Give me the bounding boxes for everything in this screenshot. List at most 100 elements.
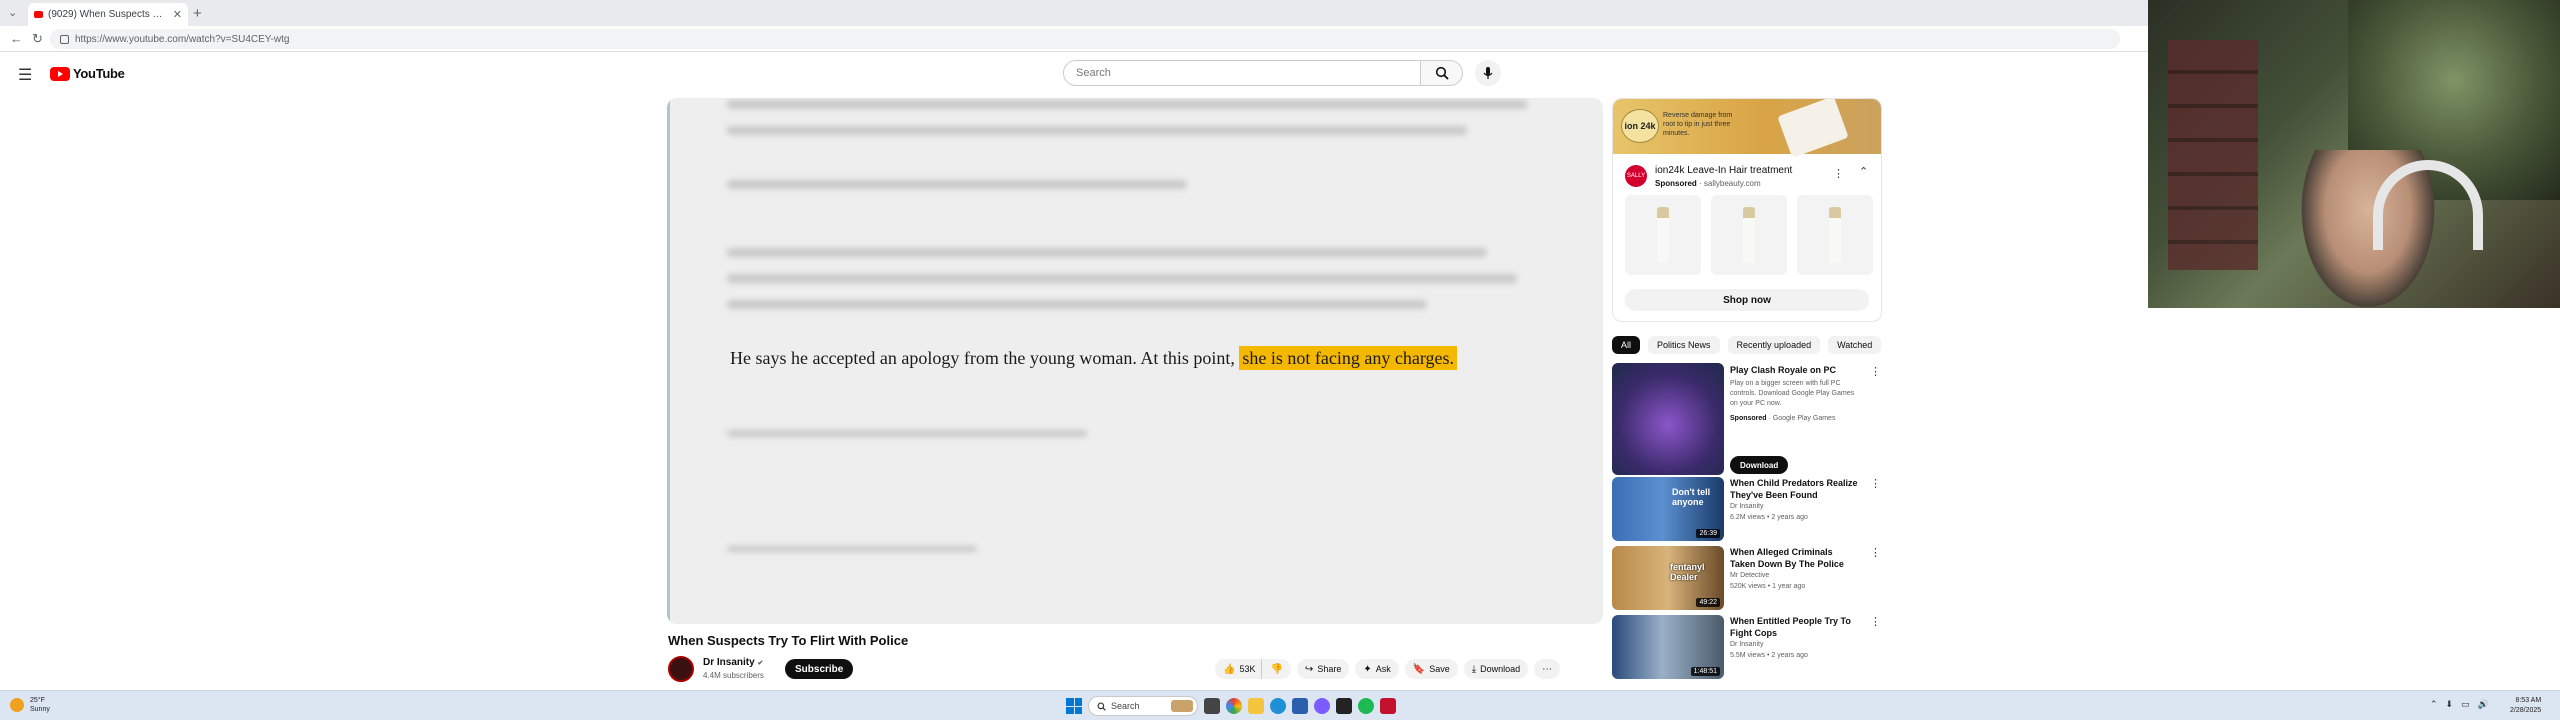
ad-product-tile[interactable] <box>1797 195 1873 275</box>
blurred-text-line <box>727 100 1527 109</box>
edge-icon[interactable] <box>1270 698 1286 714</box>
video-caption-text: He says he accepted an apology from the … <box>730 346 1457 370</box>
ask-button[interactable]: ✦ Ask <box>1355 659 1399 679</box>
recommendation-title[interactable]: When Child Predators Realize They've Bee… <box>1730 477 1860 501</box>
chip-politics-news[interactable]: Politics News <box>1648 336 1720 354</box>
shop-now-button[interactable]: Shop now <box>1625 289 1869 311</box>
channel-avatar[interactable] <box>668 656 694 682</box>
youtube-header: ☰ YouTube <box>0 52 2148 98</box>
file-explorer-icon[interactable] <box>1248 698 1264 714</box>
blurred-text-line <box>727 126 1467 135</box>
recommendation-channel[interactable]: Mr Detective <box>1730 572 1769 579</box>
chrome-profile-icon[interactable] <box>1314 698 1330 714</box>
new-tab-button[interactable]: + <box>193 5 202 22</box>
ad-card[interactable]: ion 24k Reverse damage from root to tip … <box>1612 98 1882 322</box>
tray-overflow-chevron-icon[interactable]: ⌃ <box>2430 699 2438 710</box>
sponsored-recommendation[interactable]: Play Clash Royale on PC Play on a bigger… <box>1612 363 1882 475</box>
blurred-text-line <box>727 300 1427 309</box>
collapse-chevron-icon[interactable]: ⌃ <box>1859 165 1868 178</box>
download-label: Download <box>1480 664 1521 674</box>
sponsored-title[interactable]: Play Clash Royale on PC <box>1730 365 1836 375</box>
back-arrow-icon[interactable]: ← <box>10 31 23 46</box>
more-actions-button[interactable]: ⋯ <box>1534 659 1561 679</box>
recommendation-channel[interactable]: Dr Insanity <box>1730 641 1763 648</box>
network-icon[interactable]: ▭ <box>2461 699 2470 710</box>
video-thumbnail[interactable]: fentanyl Dealer 49:22 <box>1612 546 1724 610</box>
youtube-logo[interactable]: YouTube <box>50 66 125 81</box>
tab-list-chevron-icon[interactable]: ⌄ <box>8 6 17 19</box>
url-field[interactable]: https://www.youtube.com/watch?v=SU4CEY-w… <box>50 29 2120 49</box>
share-label: Share <box>1317 664 1342 674</box>
spotify-icon[interactable] <box>1358 698 1374 714</box>
recommendation-item[interactable]: Don't tell anyone 26:39 When Child Preda… <box>1612 477 1882 543</box>
sponsored-thumbnail[interactable] <box>1612 363 1724 475</box>
recommendation-item[interactable]: fentanyl Dealer 49:22 When Alleged Crimi… <box>1612 546 1882 612</box>
video-thumbnail[interactable]: 1:48:51 <box>1612 615 1724 679</box>
sponsored-more-icon[interactable]: ⋮ <box>1870 365 1881 378</box>
browser-tab-active[interactable]: (9029) When Suspects Try To Fli... ✕ <box>28 3 188 26</box>
ad-product-image <box>1777 99 1849 158</box>
webcam-background-shelf <box>2168 40 2258 270</box>
clock-date: 2/28/2025 <box>2510 707 2542 714</box>
chrome-icon[interactable] <box>1226 698 1242 714</box>
chip-recently-uploaded[interactable]: Recently uploaded <box>1727 336 1821 354</box>
chip-all[interactable]: All <box>1612 336 1641 354</box>
share-button[interactable]: ↪ Share <box>1296 659 1350 679</box>
browser-addressbar: ← ↻ https://www.youtube.com/watch?v=SU4C… <box>0 26 2148 52</box>
youtube-wordmark: YouTube <box>73 66 125 81</box>
app-icon[interactable] <box>1380 698 1396 714</box>
recommendation-more-icon[interactable]: ⋮ <box>1870 546 1881 559</box>
taskbar-clock[interactable]: 8:53 AM 2/28/2025 <box>2510 696 2541 716</box>
sponsored-download-button[interactable]: Download <box>1730 456 1789 474</box>
voice-search-button[interactable] <box>1475 60 1501 86</box>
youtube-play-icon <box>50 66 70 81</box>
site-info-icon[interactable] <box>60 34 69 44</box>
tray-app-icon[interactable]: ⬇ <box>2446 699 2454 710</box>
video-title: When Suspects Try To Flirt With Police <box>668 633 909 648</box>
task-view-icon[interactable] <box>1204 698 1220 714</box>
save-button[interactable]: 🔖 Save <box>1404 659 1458 679</box>
channel-name-text: Dr Insanity <box>703 657 755 668</box>
dislike-button[interactable]: 👎 <box>1262 659 1291 679</box>
weather-widget[interactable]: 25°F Sunny <box>10 696 50 714</box>
ad-banner[interactable]: ion 24k Reverse damage from root to tip … <box>1613 99 1881 158</box>
video-actions: 👍 53K 👎 ↪ Share ✦ Ask 🔖 Save ⤓ Download … <box>1215 659 1561 679</box>
clock-time: 8:53 AM <box>2515 697 2542 704</box>
store-icon[interactable] <box>1292 698 1308 714</box>
ad-product-tile[interactable] <box>1711 195 1787 275</box>
windows-taskbar: 25°F Sunny Search ⌃ ⬇ ▭ 🔊 8:53 AM 2/28/2… <box>0 690 2560 720</box>
taskbar-center: Search <box>1066 696 1396 716</box>
sponsored-description: Play on a bigger screen with full PC con… <box>1730 380 1855 407</box>
recommendation-title[interactable]: When Alleged Criminals Taken Down By The… <box>1730 546 1860 570</box>
reload-icon[interactable]: ↻ <box>32 31 43 47</box>
caption-highlight: she is not facing any charges. <box>1239 346 1457 370</box>
recommendation-channel[interactable]: Dr Insanity <box>1730 503 1763 510</box>
search-button[interactable] <box>1421 60 1463 86</box>
taskbar-search[interactable]: Search <box>1088 696 1198 716</box>
recommendation-item[interactable]: 1:48:51 When Entitled People Try To Figh… <box>1612 615 1882 679</box>
subscribe-button[interactable]: Subscribe <box>785 659 854 679</box>
search-input[interactable] <box>1063 60 1421 86</box>
search-highlight-icon <box>1171 700 1193 712</box>
ad-sponsored-label: Sponsored <box>1655 179 1697 188</box>
recommendation-more-icon[interactable]: ⋮ <box>1870 615 1881 628</box>
ad-title[interactable]: ion24k Leave-In Hair treatment <box>1655 165 1792 176</box>
like-count: 53K <box>1239 664 1256 674</box>
video-thumbnail[interactable]: Don't tell anyone 26:39 <box>1612 477 1724 541</box>
video-player[interactable]: He says he accepted an apology from the … <box>667 98 1603 624</box>
blurred-text-line <box>727 546 977 552</box>
windows-start-icon[interactable] <box>1066 698 1082 714</box>
recommendation-more-icon[interactable]: ⋮ <box>1870 477 1881 490</box>
channel-name[interactable]: Dr Insanity ✔ <box>703 657 763 668</box>
obs-icon[interactable] <box>1336 698 1352 714</box>
recommendation-title[interactable]: When Entitled People Try To Fight Cops <box>1730 615 1860 639</box>
search-icon <box>1097 702 1106 711</box>
like-button[interactable]: 👍 53K <box>1215 659 1263 679</box>
chip-watched[interactable]: Watched <box>1828 336 1882 354</box>
menu-icon[interactable]: ☰ <box>18 65 32 85</box>
volume-icon[interactable]: 🔊 <box>2478 699 2489 710</box>
ad-product-tile[interactable] <box>1625 195 1701 275</box>
download-button[interactable]: ⤓ Download <box>1463 659 1529 679</box>
close-tab-icon[interactable]: ✕ <box>173 8 182 21</box>
ad-more-icon[interactable]: ⋮ <box>1833 167 1844 180</box>
